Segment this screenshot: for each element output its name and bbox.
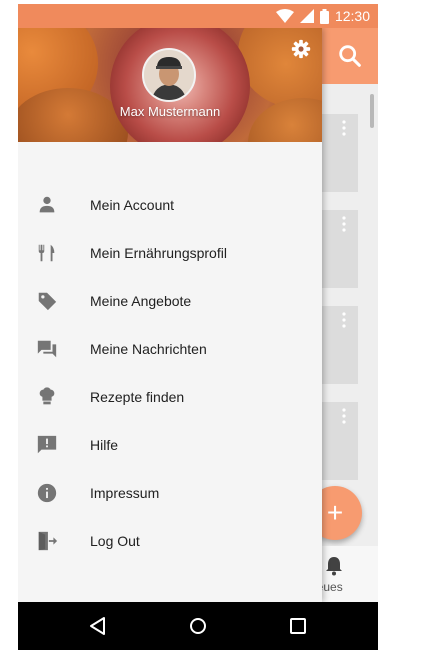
menu-item-meine-nachrichten[interactable]: Meine Nachrichten [18, 326, 322, 374]
menu-item-label: Meine Angebote [90, 293, 192, 309]
tag-icon [38, 292, 57, 311]
menu-item-label: Meine Nachrichten [90, 341, 207, 357]
more-vert-icon[interactable] [342, 120, 346, 136]
fork-knife-icon [38, 244, 55, 262]
recent-apps-icon[interactable] [286, 614, 310, 638]
menu-item-label: Impressum [90, 485, 160, 501]
menu-item-label: Mein Account [90, 197, 175, 213]
avatar[interactable] [142, 48, 196, 102]
scrollbar[interactable] [370, 94, 374, 128]
user-name: Max Mustermann [119, 104, 221, 119]
more-vert-icon[interactable] [342, 312, 346, 328]
plus-icon: + [326, 497, 344, 528]
menu-item-impressum[interactable]: Impressum [18, 470, 322, 518]
drawer-header: Max Mustermann [18, 28, 322, 142]
menu-item-label: Hilfe [90, 437, 119, 453]
signal-icon [299, 9, 314, 23]
chat-icon [37, 340, 57, 358]
bottom-nav-item-neues[interactable]: leues [314, 546, 378, 602]
menu-item-label: Rezepte finden [90, 389, 185, 405]
gear-icon[interactable] [290, 38, 312, 60]
phone-screen: 12:30 + leues Max Mustermann Mein Accoun… [18, 4, 378, 650]
back-icon[interactable] [86, 614, 110, 638]
status-bar: 12:30 [18, 4, 378, 28]
battery-icon [319, 8, 329, 24]
content-card[interactable] [322, 402, 358, 480]
home-icon[interactable] [186, 614, 210, 638]
content-card[interactable] [322, 114, 358, 192]
more-vert-icon[interactable] [342, 216, 346, 232]
drawer-menu: Mein Account Mein Ernährungsprofil Meine… [18, 182, 322, 566]
info-icon [37, 483, 57, 503]
menu-item-label: Mein Ernährungsprofil [90, 245, 227, 261]
menu-item-hilfe[interactable]: Hilfe [18, 422, 322, 470]
exit-icon [38, 531, 58, 551]
system-nav-bar [18, 602, 378, 650]
avatar-photo [144, 50, 194, 100]
status-time: 12:30 [334, 8, 370, 24]
wifi-icon [275, 9, 294, 23]
navigation-drawer: Max Mustermann Mein Account Mein Ernähru… [18, 28, 322, 602]
chef-hat-icon [39, 387, 55, 405]
menu-item-log-out[interactable]: Log Out [18, 518, 322, 566]
status-icons: 12:30 [275, 7, 370, 25]
menu-item-ernaehrungsprofil[interactable]: Mein Ernährungsprofil [18, 230, 322, 278]
content-card[interactable] [322, 210, 358, 288]
search-icon[interactable] [336, 42, 364, 70]
bell-icon [326, 557, 342, 576]
menu-item-meine-angebote[interactable]: Meine Angebote [18, 278, 322, 326]
content-card[interactable] [322, 306, 358, 384]
feedback-icon [37, 435, 57, 454]
more-vert-icon[interactable] [342, 408, 346, 424]
person-icon [39, 196, 55, 213]
menu-item-rezepte-finden[interactable]: Rezepte finden [18, 374, 322, 422]
menu-item-mein-account[interactable]: Mein Account [18, 182, 322, 230]
menu-item-label: Log Out [90, 533, 140, 549]
